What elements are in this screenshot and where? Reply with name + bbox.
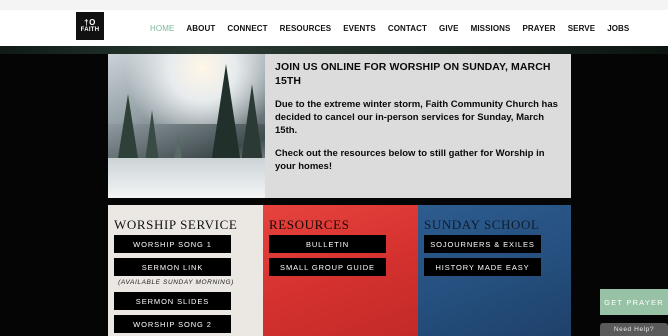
site-header: †O FAITH HOME ABOUT CONNECT RESOURCES EV… (0, 10, 668, 46)
header-band (0, 46, 668, 54)
nav-connect[interactable]: CONNECT (227, 24, 267, 33)
nav-jobs[interactable]: JOBS (607, 24, 629, 33)
nav-prayer[interactable]: PRAYER (522, 24, 555, 33)
get-prayer-button[interactable]: GET PRAYER (600, 289, 668, 315)
announcement-text: JOIN US ONLINE FOR WORSHIP ON SUNDAY, MA… (275, 60, 565, 183)
worship-service-title: WORSHIP SERVICE (114, 217, 238, 232)
need-help-button[interactable]: Need Help? (600, 323, 668, 336)
small-group-guide-button[interactable]: SMALL GROUP GUIDE (269, 258, 386, 276)
resources-column: RESOURCES BULLETIN SMALL GROUP GUIDE (263, 205, 418, 336)
nav-about[interactable]: ABOUT (186, 24, 215, 33)
main-nav: HOME ABOUT CONNECT RESOURCES EVENTS CONT… (150, 10, 641, 46)
snowy-forest-photo (108, 54, 265, 198)
nav-home[interactable]: HOME (150, 24, 174, 33)
announcement-box: JOIN US ONLINE FOR WORSHIP ON SUNDAY, MA… (108, 54, 571, 198)
sojourners-exiles-button[interactable]: SOJOURNERS & EXILES (424, 235, 541, 253)
logo-word: FAITH (80, 26, 100, 33)
sermon-link-button[interactable]: SERMON LINK (114, 258, 231, 276)
nav-resources[interactable]: RESOURCES (280, 24, 332, 33)
resources-title: RESOURCES (269, 217, 350, 232)
announcement-paragraph-1: Due to the extreme winter storm, Faith C… (275, 99, 558, 136)
top-strip (0, 0, 668, 10)
nav-events[interactable]: EVENTS (343, 24, 376, 33)
nav-missions[interactable]: MISSIONS (471, 24, 511, 33)
bulletin-button[interactable]: BULLETIN (269, 235, 386, 253)
logo-mark: †O (84, 17, 96, 27)
sermon-availability-note: (AVAILABLE SUNDAY MORNING) (118, 279, 234, 286)
church-logo[interactable]: †O FAITH (76, 12, 104, 40)
announcement-paragraph-2: Check out the resources below to still g… (275, 148, 545, 172)
history-made-easy-button[interactable]: HISTORY MADE EASY (424, 258, 541, 276)
sermon-slides-button[interactable]: SERMON SLIDES (114, 292, 231, 310)
sunday-school-column: SUNDAY SCHOOL SOJOURNERS & EXILES HISTOR… (418, 205, 571, 336)
announcement-title: JOIN US ONLINE FOR WORSHIP ON SUNDAY, MA… (275, 61, 551, 87)
sunday-school-title: SUNDAY SCHOOL (424, 217, 540, 232)
nav-give[interactable]: GIVE (439, 24, 459, 33)
nav-contact[interactable]: CONTACT (388, 24, 427, 33)
worship-song-2-button[interactable]: WORSHIP SONG 2 (114, 315, 231, 333)
worship-song-1-button[interactable]: WORSHIP SONG 1 (114, 235, 231, 253)
worship-service-column: WORSHIP SERVICE WORSHIP SONG 1 SERMON LI… (108, 205, 263, 336)
nav-serve[interactable]: SERVE (568, 24, 595, 33)
